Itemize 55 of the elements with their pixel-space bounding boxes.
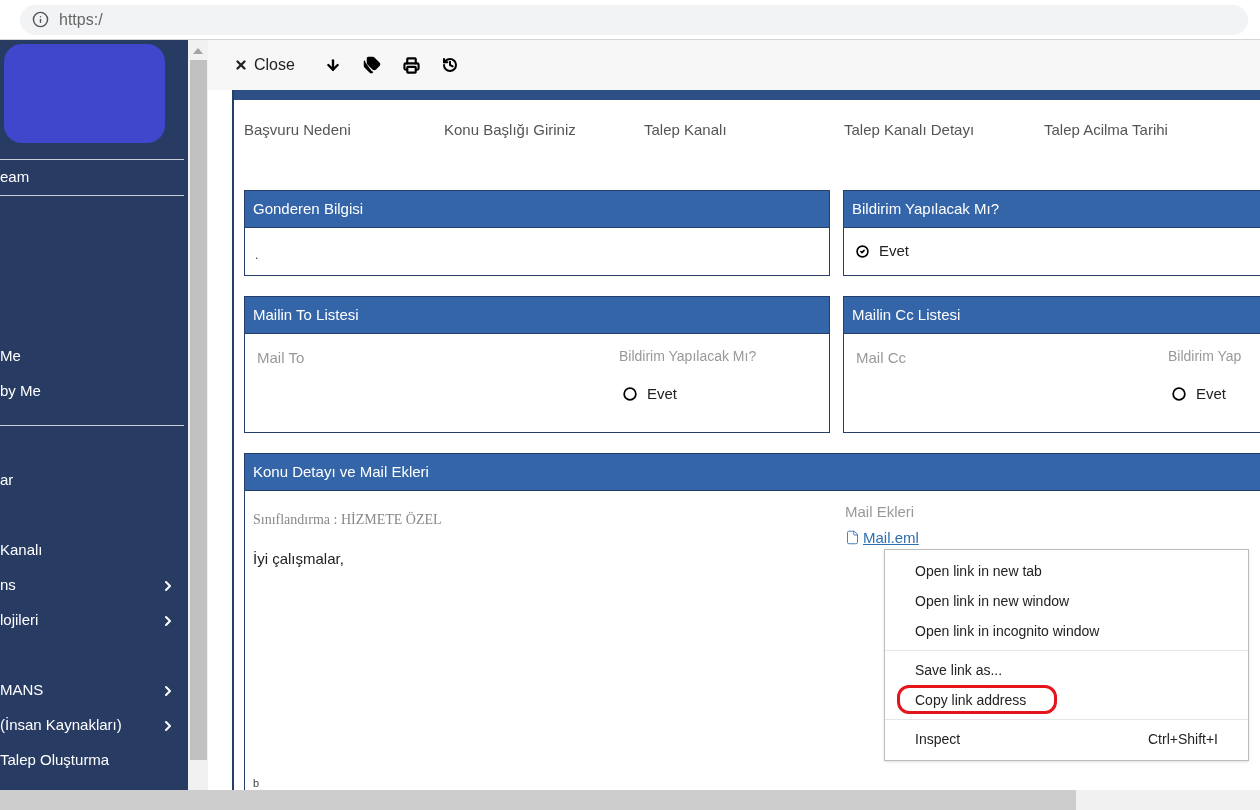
- classification-text: Sınıflandırma : HİZMETE ÖZEL: [253, 511, 443, 529]
- radio-label: Evet: [1196, 384, 1226, 404]
- close-button[interactable]: Close: [234, 53, 295, 77]
- file-icon: [845, 530, 860, 546]
- menu-item[interactable]: Open link in new window: [885, 586, 1248, 616]
- sidebar-item[interactable]: ar: [0, 469, 14, 492]
- attachment-link[interactable]: Mail.eml: [863, 526, 919, 549]
- arrow-down-icon[interactable]: [324, 57, 341, 73]
- panel-title: Mailin Cc Listesi: [852, 304, 961, 325]
- sidebar-item[interactable]: ns: [0, 574, 16, 597]
- attachments-label: Mail Ekleri: [845, 502, 916, 522]
- column-label: Bildirim Yap: [1168, 347, 1242, 366]
- sender-value: .: [255, 248, 259, 262]
- sidebar-item[interactable]: lojileri: [0, 609, 39, 632]
- body-text: b: [253, 775, 261, 790]
- column-label: Bildirim Yapılacak Mı?: [619, 347, 757, 366]
- menu-item[interactable]: Open link in incognito window: [885, 616, 1248, 646]
- panel-title: Konu Detayı ve Mail Ekleri: [253, 461, 429, 482]
- tags-icon[interactable]: [362, 56, 381, 74]
- field-label: Başvuru Nedeni: [244, 121, 351, 138]
- field-label: Talep Kanalı Detayı: [844, 121, 975, 138]
- sidebar-item[interactable]: (İnsan Kaynakları): [0, 714, 122, 737]
- radio-label: Evet: [879, 241, 909, 262]
- menu-item[interactable]: Save link as...: [885, 655, 1248, 685]
- field-label: Konu Başlığı Giriniz: [444, 121, 576, 138]
- radio-label: Evet: [647, 384, 677, 404]
- field-label: Talep Acilma Tarihi: [1044, 121, 1168, 138]
- sidebar-item[interactable]: eam: [0, 166, 30, 189]
- column-label: Mail To: [257, 349, 305, 366]
- radio-icon[interactable]: [623, 387, 637, 402]
- panel-title: Bildirim Yapılacak Mı?: [852, 198, 999, 219]
- shortcut-text: Ctrl+Shift+I: [1147, 729, 1218, 749]
- menu-item[interactable]: Open link in new tab: [885, 556, 1248, 586]
- sidebar-item[interactable]: by Me: [0, 380, 41, 403]
- checked-radio-icon[interactable]: [856, 245, 869, 258]
- field-label: Talep Kanalı: [644, 121, 727, 138]
- panel-title: Gonderen Bilgisi: [253, 198, 364, 219]
- sidebar-item[interactable]: Kanalı: [0, 539, 43, 562]
- panel-title: Mailin To Listesi: [253, 304, 359, 325]
- url-text: https:/: [59, 9, 103, 30]
- sidebar-item[interactable]: Me: [0, 345, 21, 368]
- scrollbar[interactable]: [188, 40, 208, 790]
- column-label: Mail Cc: [856, 349, 906, 366]
- body-text: İyi çalışmalar,: [253, 549, 345, 569]
- menu-item[interactable]: Copy link address: [885, 685, 1248, 715]
- url-field[interactable]: https:/: [20, 4, 1248, 35]
- history-icon[interactable]: [441, 57, 458, 73]
- sidebar-item[interactable]: MANS: [0, 679, 44, 702]
- close-icon: [234, 58, 248, 72]
- print-icon[interactable]: [402, 56, 420, 74]
- scrollbar-thumb[interactable]: [189, 60, 207, 760]
- radio-icon[interactable]: [1172, 387, 1186, 402]
- info-icon[interactable]: [32, 11, 49, 28]
- menu-item[interactable]: Inspect Ctrl+Shift+I: [885, 724, 1248, 754]
- sidebar-item[interactable]: Talep Oluşturma: [0, 749, 110, 772]
